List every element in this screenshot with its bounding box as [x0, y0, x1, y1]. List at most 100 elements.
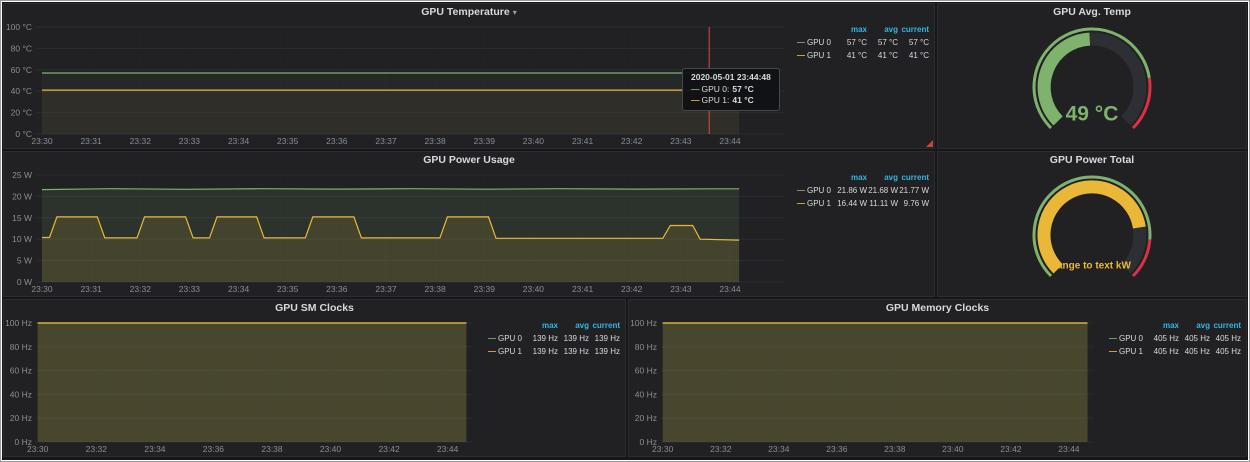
- svg-text:40 Hz: 40 Hz: [10, 389, 32, 399]
- gpu-temperature-legend: max avg current —GPU 0 57 °C 57 °C 57 °C…: [797, 23, 929, 62]
- svg-text:23:30: 23:30: [31, 136, 53, 146]
- svg-text:23:36: 23:36: [826, 444, 848, 454]
- legend-row-gpu1: —GPU 1 405 Hz 405 Hz 405 Hz: [1109, 345, 1241, 358]
- panel-resize-handle[interactable]: [926, 140, 933, 147]
- svg-text:20 W: 20 W: [12, 191, 32, 201]
- legend-row-gpu0: —GPU 0 57 °C 57 °C 57 °C: [797, 36, 929, 49]
- svg-text:10 W: 10 W: [12, 234, 32, 244]
- series-color-dash: —: [797, 51, 805, 60]
- panel-gpu-power-usage: GPU Power Usage 23:3023:3123:3223:3323:3…: [3, 151, 935, 297]
- series-color-dash: —: [797, 199, 805, 208]
- svg-text:23:32: 23:32: [86, 444, 108, 454]
- legend-header-current[interactable]: current: [898, 173, 929, 182]
- svg-text:23:36: 23:36: [326, 284, 348, 294]
- svg-text:23:37: 23:37: [375, 136, 397, 146]
- svg-text:80 Hz: 80 Hz: [10, 342, 32, 352]
- gpu-memory-clocks-chart[interactable]: 23:3023:3223:3423:3623:3823:4023:4223:44…: [631, 317, 1104, 455]
- legend-header-current[interactable]: current: [898, 25, 929, 34]
- legend-series-gpu1[interactable]: —GPU 1: [797, 51, 837, 60]
- svg-text:20 Hz: 20 Hz: [10, 413, 32, 423]
- legend-series-gpu0[interactable]: —GPU 0: [797, 38, 837, 47]
- svg-text:100 Hz: 100 Hz: [631, 318, 657, 328]
- gpu-memory-clocks-legend: max avg current —GPU 0 405 Hz 405 Hz 405…: [1109, 319, 1241, 358]
- legend-series-gpu0[interactable]: —GPU 0: [797, 186, 837, 195]
- legend-header-current[interactable]: current: [589, 321, 620, 330]
- legend-header-max[interactable]: max: [1149, 321, 1179, 330]
- gpu-sm-clocks-chart[interactable]: 23:3023:3223:3423:3623:3823:4023:4223:44…: [6, 317, 483, 455]
- panel-title-gpu-power-total[interactable]: GPU Power Total: [938, 152, 1246, 169]
- svg-text:23:32: 23:32: [710, 444, 732, 454]
- svg-text:20 Hz: 20 Hz: [635, 413, 657, 423]
- gpu-avg-temp-gauge[interactable]: 49 °C: [938, 21, 1246, 145]
- svg-text:23:39: 23:39: [474, 136, 496, 146]
- legend-header-max[interactable]: max: [837, 173, 867, 182]
- svg-text:5 W: 5 W: [17, 256, 32, 266]
- svg-text:15 W: 15 W: [12, 213, 32, 223]
- svg-text:23:37: 23:37: [375, 284, 397, 294]
- panel-title-gpu-temperature[interactable]: GPU Temperature▾: [4, 4, 934, 21]
- svg-text:23:44: 23:44: [719, 136, 741, 146]
- svg-text:49 °C: 49 °C: [1066, 103, 1119, 126]
- svg-text:23:35: 23:35: [277, 284, 299, 294]
- legend-series-gpu1[interactable]: —GPU 1: [1109, 347, 1149, 356]
- svg-text:20 °C: 20 °C: [11, 108, 32, 118]
- gpu-power-usage-chart[interactable]: 23:3023:3123:3223:3323:3423:3523:3623:37…: [6, 169, 794, 295]
- gpu-power-usage-legend: max avg current —GPU 0 21.86 W 21.68 W 2…: [797, 171, 929, 210]
- legend-max-value: 139 Hz: [528, 334, 558, 343]
- svg-text:40 °C: 40 °C: [11, 86, 32, 96]
- legend-header-max[interactable]: max: [837, 25, 867, 34]
- svg-text:23:44: 23:44: [437, 444, 459, 454]
- svg-text:0 °C: 0 °C: [15, 129, 32, 139]
- svg-text:23:42: 23:42: [378, 444, 400, 454]
- series-color-dash: —: [488, 334, 496, 343]
- series-color-dash: —: [1109, 334, 1117, 343]
- legend-current-value: 405 Hz: [1210, 334, 1241, 343]
- panel-title-gpu-avg-temp[interactable]: GPU Avg. Temp: [938, 4, 1246, 21]
- legend-current-value: 405 Hz: [1210, 347, 1241, 356]
- legend-header-max[interactable]: max: [528, 321, 558, 330]
- svg-text:23:40: 23:40: [523, 284, 545, 294]
- legend-avg-value: 57 °C: [867, 38, 898, 47]
- legend-series-gpu1[interactable]: —GPU 1: [797, 199, 837, 208]
- panel-title-gpu-sm-clocks[interactable]: GPU SM Clocks: [4, 300, 625, 317]
- svg-text:23:42: 23:42: [621, 136, 643, 146]
- gpu-temperature-chart[interactable]: 23:3023:3123:3223:3323:3423:3523:3623:37…: [6, 21, 794, 147]
- legend-current-value: 57 °C: [898, 38, 929, 47]
- panel-title-gpu-memory-clocks[interactable]: GPU Memory Clocks: [629, 300, 1246, 317]
- legend-series-gpu0[interactable]: —GPU 0: [488, 334, 528, 343]
- panel-title-text: GPU Temperature: [421, 6, 510, 18]
- tooltip-timestamp: 2020-05-01 23:44:48: [691, 72, 771, 82]
- legend-series-gpu0[interactable]: —GPU 0: [1109, 334, 1149, 343]
- panel-title-gpu-power-usage[interactable]: GPU Power Usage: [4, 152, 934, 169]
- svg-text:23:38: 23:38: [884, 444, 906, 454]
- svg-text:0 Hz: 0 Hz: [15, 437, 32, 447]
- legend-max-value: 405 Hz: [1149, 347, 1179, 356]
- panel-gpu-temperature: GPU Temperature▾ 23:3023:3123:3223:3323:…: [3, 3, 935, 149]
- legend-row-gpu1: —GPU 1 16.44 W 11.11 W 9.76 W: [797, 197, 929, 210]
- legend-avg-value: 405 Hz: [1179, 334, 1210, 343]
- legend-series-gpu1[interactable]: —GPU 1: [488, 347, 528, 356]
- svg-text:100 Hz: 100 Hz: [6, 318, 32, 328]
- svg-text:23:35: 23:35: [277, 136, 299, 146]
- legend-header-avg[interactable]: avg: [867, 173, 898, 182]
- svg-text:23:41: 23:41: [572, 136, 594, 146]
- gpu-power-total-gauge[interactable]: range to text kW: [938, 169, 1246, 293]
- svg-text:60 Hz: 60 Hz: [10, 366, 32, 376]
- svg-text:0 Hz: 0 Hz: [640, 437, 657, 447]
- legend-max-value: 16.44 W: [837, 199, 867, 208]
- legend-row-gpu0: —GPU 0 21.86 W 21.68 W 21.77 W: [797, 184, 929, 197]
- legend-header-avg[interactable]: avg: [867, 25, 898, 34]
- legend-max-value: 21.86 W: [837, 186, 867, 195]
- legend-avg-value: 41 °C: [867, 51, 898, 60]
- series-color-dash: —: [691, 95, 700, 105]
- legend-header-avg[interactable]: avg: [558, 321, 589, 330]
- legend-header-avg[interactable]: avg: [1179, 321, 1210, 330]
- legend-header-current[interactable]: current: [1210, 321, 1241, 330]
- legend-avg-value: 139 Hz: [558, 347, 589, 356]
- legend-max-value: 57 °C: [837, 38, 867, 47]
- svg-text:23:33: 23:33: [179, 136, 201, 146]
- svg-text:100 °C: 100 °C: [6, 22, 32, 32]
- svg-text:23:40: 23:40: [523, 136, 545, 146]
- panel-gpu-sm-clocks: GPU SM Clocks 23:3023:3223:3423:3623:382…: [3, 299, 626, 457]
- svg-text:23:42: 23:42: [1000, 444, 1022, 454]
